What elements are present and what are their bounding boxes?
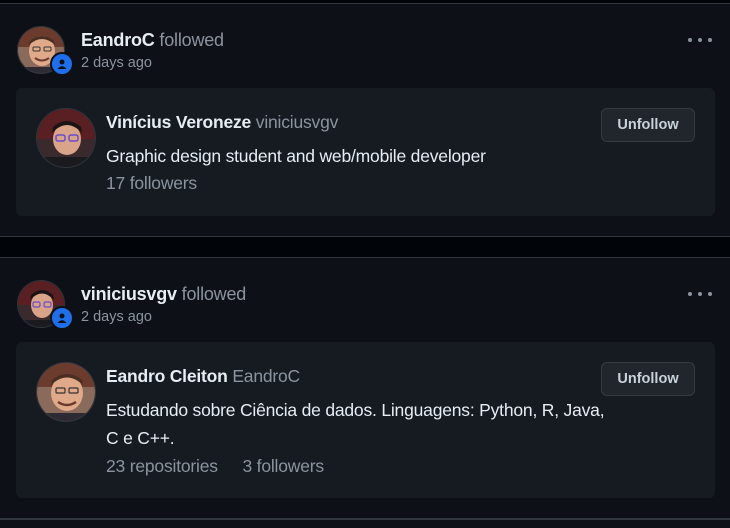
event-time[interactable]: 2 days ago — [81, 309, 152, 325]
user-full-name[interactable]: Eandro Cleiton — [106, 366, 228, 386]
avatar[interactable] — [36, 362, 96, 422]
unfollow-button[interactable]: Unfollow — [601, 108, 695, 142]
followers-count: 17 followers — [106, 173, 197, 193]
person-icon — [50, 306, 74, 330]
user-full-name[interactable]: Vinícius Veroneze — [106, 112, 251, 132]
user-name-line: Eandro Cleiton EandroC — [106, 366, 300, 387]
actor-avatar-wrap[interactable] — [17, 26, 74, 76]
followers-count: 3 followers — [242, 456, 324, 476]
user-stats: 23 repositories 3 followers — [106, 456, 324, 477]
user-bio: Graphic design student and web/mobile de… — [106, 146, 486, 166]
repositories-count: 23 repositories — [106, 456, 218, 476]
user-bio: Estudando sobre Ciência de dados. Lingua… — [106, 400, 605, 448]
event-header: EandroC followed — [81, 30, 224, 51]
avatar[interactable] — [36, 108, 96, 168]
feed-event-card — [0, 519, 730, 528]
activity-feed: EandroC followed 2 days ago Vinícius Ver… — [0, 0, 730, 528]
actor-link[interactable]: viniciusvgv — [81, 284, 177, 304]
event-time[interactable]: 2 days ago — [81, 55, 152, 71]
followed-user-card: Eandro Cleiton EandroC Estudando sobre C… — [16, 342, 715, 498]
user-login[interactable]: viniciusvgv — [256, 112, 339, 132]
user-stats: 17 followers — [106, 173, 197, 194]
kebab-menu-icon[interactable] — [688, 284, 712, 304]
feed-event-card: viniciusvgv followed 2 days ago Eandro C… — [0, 257, 730, 519]
kebab-menu-icon[interactable] — [688, 30, 712, 50]
feed-event-card: EandroC followed 2 days ago Vinícius Ver… — [0, 3, 730, 237]
event-header: viniciusvgv followed — [81, 284, 246, 305]
event-action: followed — [181, 284, 247, 304]
followed-user-card: Vinícius Veroneze viniciusvgv Graphic de… — [16, 88, 715, 216]
user-login[interactable]: EandroC — [232, 366, 300, 386]
person-icon — [50, 52, 74, 76]
actor-avatar-wrap[interactable] — [17, 280, 74, 330]
actor-link[interactable]: EandroC — [81, 30, 155, 50]
user-name-line: Vinícius Veroneze viniciusvgv — [106, 112, 338, 133]
event-action: followed — [159, 30, 224, 50]
unfollow-button[interactable]: Unfollow — [601, 362, 695, 396]
